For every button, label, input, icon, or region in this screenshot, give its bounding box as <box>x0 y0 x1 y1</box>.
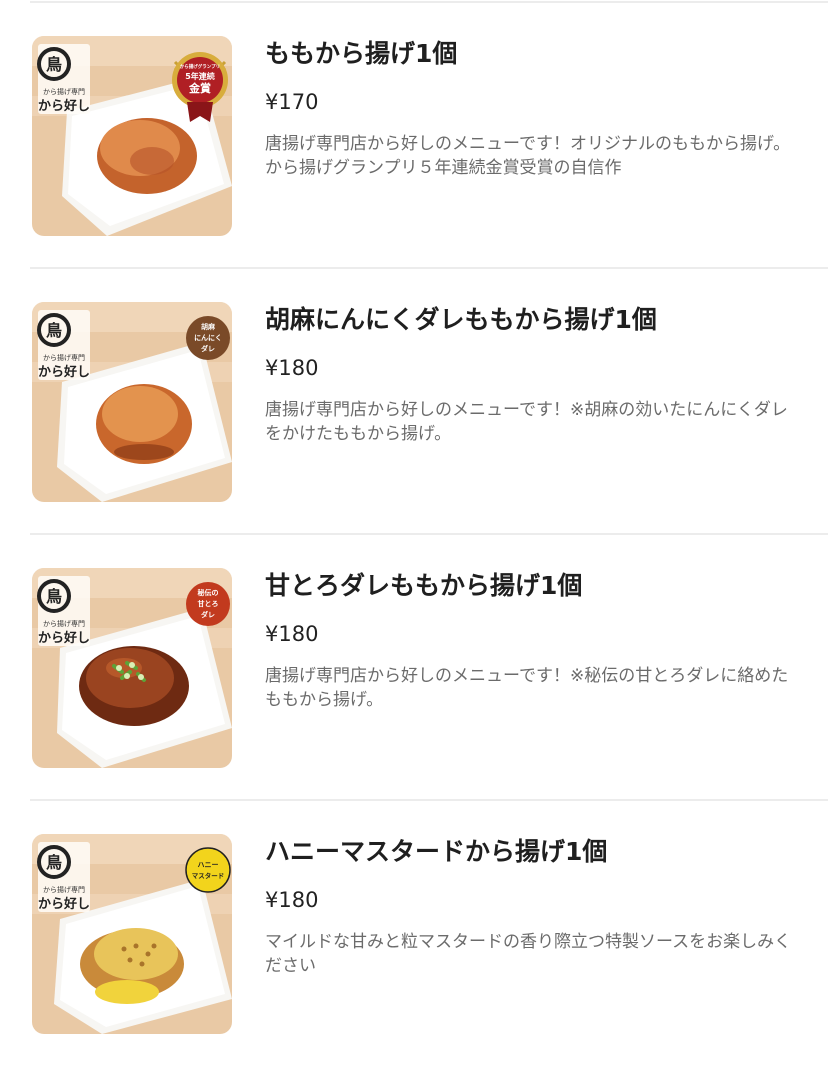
logo-brand: から好し <box>38 98 90 114</box>
item-photo: 鳥 から揚げ専門 から好し 秘伝の 甘とろ ダレ <box>32 568 232 768</box>
item-name: ハニーマスタードから揚げ1個 <box>265 837 608 866</box>
logo-mark: 鳥 <box>46 587 62 606</box>
logo-sub: から揚げ専門 <box>43 885 85 894</box>
logo-brand: から好し <box>38 364 90 380</box>
amatoro-badge-icon: 秘伝の 甘とろ ダレ <box>186 582 230 626</box>
svg-text:ダレ: ダレ <box>201 610 215 619</box>
item-price: ¥180 <box>265 356 319 380</box>
goma-ninniku-badge-icon: 胡麻 にんにく ダレ <box>186 316 230 360</box>
item-photo: 鳥 から揚げ専門 から好し 胡麻 にんにく ダレ <box>32 302 232 502</box>
svg-text:にんにく: にんにく <box>194 334 222 342</box>
menu-item-amatoro[interactable]: 鳥 から揚げ専門 から好し 秘伝の 甘とろ ダレ 甘とろダレももから揚げ1個 ¥… <box>0 534 828 800</box>
logo-mark: 鳥 <box>46 853 62 872</box>
svg-text:から揚げグランプリ: から揚げグランプリ <box>180 63 220 70</box>
logo-sub: から揚げ専門 <box>43 353 85 362</box>
svg-text:金賞: 金賞 <box>188 81 211 95</box>
item-price: ¥170 <box>265 90 319 114</box>
logo-mark: 鳥 <box>46 321 62 340</box>
menu-item-honey-mustard[interactable]: 鳥 から揚げ専門 から好し ハニー マスタード ハニーマスタードから揚げ1個 ¥… <box>0 800 828 1066</box>
item-name: 胡麻にんにくダレももから揚げ1個 <box>265 305 657 334</box>
svg-text:秘伝の: 秘伝の <box>198 588 219 597</box>
logo-mark: 鳥 <box>46 55 62 74</box>
svg-text:胡麻: 胡麻 <box>201 322 216 331</box>
logo-sub: から揚げ専門 <box>43 87 85 96</box>
logo-brand: から好し <box>38 630 90 646</box>
svg-text:ダレ: ダレ <box>201 344 215 353</box>
item-name: 甘とろダレももから揚げ1個 <box>265 571 583 600</box>
svg-text:ハニー: ハニー <box>198 861 219 869</box>
item-description: 唐揚げ専門店から好しのメニューです！※胡麻の効いたにんにくダレをかけたももから揚… <box>265 400 788 444</box>
menu-list: 鳥 から揚げ専門 から好し から揚げグランプリ 5年連続 金賞 ももから揚げ1個… <box>0 0 828 1056</box>
logo-brand: から好し <box>38 896 90 912</box>
item-price: ¥180 <box>265 622 319 646</box>
menu-item-momo-karaage[interactable]: 鳥 から揚げ専門 から好し から揚げグランプリ 5年連続 金賞 ももから揚げ1個… <box>0 2 828 268</box>
svg-text:甘とろ: 甘とろ <box>198 599 219 608</box>
logo-sub: から揚げ専門 <box>43 619 85 628</box>
menu-item-goma-ninniku[interactable]: 鳥 から揚げ専門 から好し 胡麻 にんにく ダレ 胡麻にんにくダレももから揚げ1… <box>0 268 828 534</box>
item-photo: 鳥 から揚げ専門 から好し から揚げグランプリ 5年連続 金賞 <box>32 36 232 236</box>
item-description: 唐揚げ専門店から好しのメニューです！※秘伝の甘とろダレに絡めたももから揚げ。 <box>265 666 789 710</box>
svg-text:マスタード: マスタード <box>192 871 225 880</box>
item-description: 唐揚げ専門店から好しのメニューです！オリジナルのももから揚げ。から揚げグランプリ… <box>265 134 791 178</box>
item-description: マイルドな甘みと粒マスタードの香り際立つ特製ソースをお楽しみください <box>265 932 792 976</box>
honey-mustard-badge-icon: ハニー マスタード <box>185 847 231 893</box>
svg-text:5年連続: 5年連続 <box>185 71 215 81</box>
item-name: ももから揚げ1個 <box>265 39 458 68</box>
item-photo: 鳥 から揚げ専門 から好し ハニー マスタード <box>32 834 232 1034</box>
item-price: ¥180 <box>265 888 319 912</box>
